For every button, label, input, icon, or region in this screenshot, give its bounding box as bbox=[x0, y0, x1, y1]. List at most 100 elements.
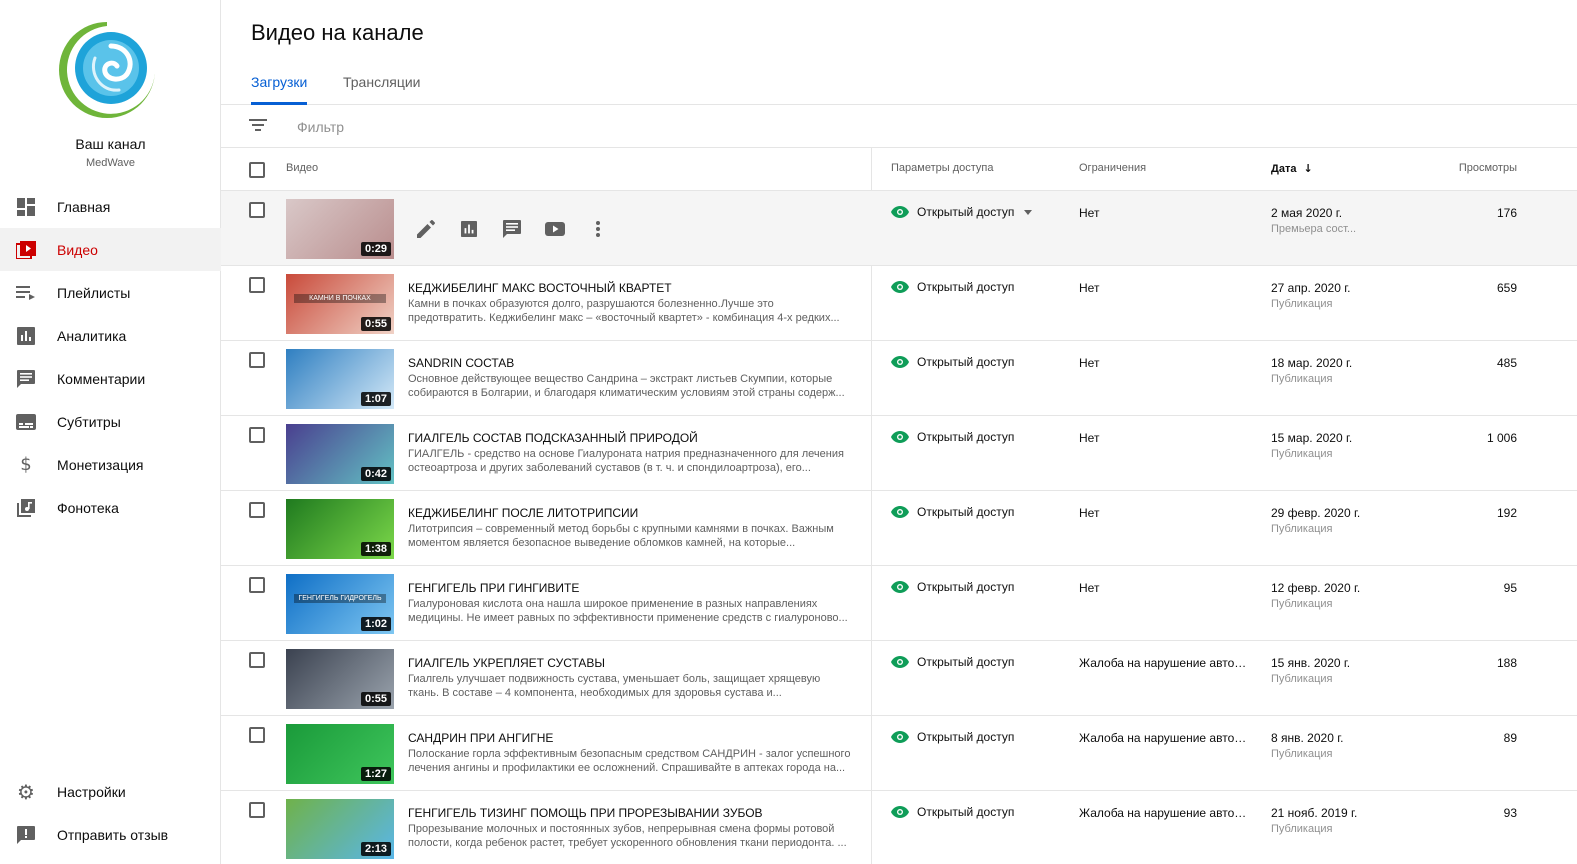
sort-down-arrow-icon: ↓ bbox=[1303, 162, 1313, 175]
table-row[interactable]: 2:13 ГЕНГИГЕЛЬ ТИЗИНГ ПОМОЩЬ ПРИ ПРОРЕЗЫВ… bbox=[221, 791, 1577, 864]
column-header-date-label: Дата bbox=[1271, 163, 1297, 175]
chevron-down-icon[interactable] bbox=[1024, 209, 1033, 215]
video-thumbnail[interactable]: 0:29 bbox=[286, 199, 394, 259]
table-row[interactable]: 1:27 САНДРИН ПРИ АНГИГНЕ Полоскание горла … bbox=[221, 716, 1577, 791]
sidebar-item-playlists[interactable]: Плейлисты bbox=[0, 271, 221, 314]
video-thumbnail[interactable]: ГЕНГИГЕЛЬ ГИДРОГЕЛЬ 1:02 bbox=[286, 574, 394, 634]
row-checkbox[interactable] bbox=[249, 277, 265, 293]
eye-icon bbox=[891, 431, 909, 443]
video-description: Гиалуроновая кислота она нашла широкое п… bbox=[408, 598, 848, 624]
video-thumbnail[interactable]: 1:38 bbox=[286, 499, 394, 559]
video-title[interactable]: ГЕНГИГЕЛЬ ПРИ ГИНГИВИТЕ bbox=[408, 581, 848, 595]
row-checkbox[interactable] bbox=[249, 352, 265, 368]
row-checkbox[interactable] bbox=[249, 202, 265, 218]
filter-icon[interactable] bbox=[249, 118, 267, 136]
visibility-control[interactable]: Открытый доступ bbox=[891, 730, 1014, 744]
video-title[interactable]: ГИАЛГЕЛЬ СОСТАВ ПОДСКАЗАННЫЙ ПРИРОДОЙ bbox=[408, 431, 848, 445]
row-checkbox[interactable] bbox=[249, 577, 265, 593]
visibility-control[interactable]: Открытый доступ bbox=[891, 280, 1014, 294]
analytics-icon[interactable] bbox=[458, 218, 480, 240]
channel-avatar[interactable] bbox=[55, 18, 159, 122]
video-thumbnail[interactable]: 2:13 bbox=[286, 799, 394, 859]
column-header-restrictions[interactable]: Ограничения bbox=[1079, 162, 1146, 174]
comments-icon bbox=[16, 369, 36, 389]
column-header-visibility[interactable]: Параметры доступа bbox=[891, 162, 993, 174]
channel-handle: MedWave bbox=[85, 157, 136, 169]
youtube-play-icon[interactable] bbox=[544, 218, 566, 240]
column-header-views[interactable]: Просмотры bbox=[1459, 162, 1517, 174]
comments-icon[interactable] bbox=[501, 218, 523, 240]
visibility-control[interactable]: Открытый доступ bbox=[891, 580, 1014, 594]
visibility-control[interactable]: Открытый доступ bbox=[891, 430, 1014, 444]
views-value: 188 bbox=[1496, 656, 1517, 670]
tab-uploads[interactable]: Загрузки bbox=[251, 74, 308, 105]
sidebar-item-dashboard[interactable]: Главная bbox=[0, 185, 221, 228]
table-row[interactable]: КАМНИ В ПОЧКАХ 0:55 КЕДЖИБЕЛИНГ МАКС ВОСТО… bbox=[221, 266, 1577, 341]
edit-pencil-icon[interactable] bbox=[415, 218, 437, 240]
sidebar-item-feedback[interactable]: Отправить отзыв bbox=[0, 813, 221, 856]
video-thumbnail[interactable]: 0:42 bbox=[286, 424, 394, 484]
video-description: Литотрипсия – современный метод борьбы с… bbox=[408, 523, 834, 549]
video-description: Полоскание горла эффективным безопасным … bbox=[408, 748, 851, 774]
video-title[interactable]: КЕДЖИБЕЛИНГ МАКС ВОСТОЧНЫЙ КВАРТЕТ bbox=[408, 281, 848, 295]
video-thumbnail[interactable]: КАМНИ В ПОЧКАХ 0:55 bbox=[286, 274, 394, 334]
sidebar-item-monetization[interactable]: $ Монетизация bbox=[0, 443, 221, 486]
video-title[interactable]: ГИАЛГЕЛЬ УКРЕПЛЯЕТ СУСТАВЫ bbox=[408, 656, 848, 670]
tab-live[interactable]: Трансляции bbox=[343, 74, 420, 105]
table-row[interactable]: 1:38 КЕДЖИБЕЛИНГ ПОСЛЕ ЛИТОТРИПСИИ Литотри… bbox=[221, 491, 1577, 566]
visibility-label: Открытый доступ bbox=[917, 355, 1015, 369]
visibility-label: Открытый доступ bbox=[917, 205, 1015, 219]
sidebar-item-videos[interactable]: Видео bbox=[0, 228, 221, 271]
thumbnail-caption: КАМНИ В ПОЧКАХ bbox=[294, 294, 386, 303]
sidebar-item-settings[interactable]: ⚙ Настройки bbox=[0, 770, 221, 813]
visibility-control[interactable]: Открытый доступ bbox=[891, 805, 1014, 819]
table-row[interactable]: 0:42 ГИАЛГЕЛЬ СОСТАВ ПОДСКАЗАННЫЙ ПРИРОДО… bbox=[221, 416, 1577, 491]
video-title[interactable]: SANDRIN СОСТАВ bbox=[408, 356, 848, 370]
table-row[interactable]: 1:07 SANDRIN СОСТАВ Основное действующее в… bbox=[221, 341, 1577, 416]
row-checkbox[interactable] bbox=[249, 802, 265, 818]
video-title[interactable]: ГЕНГИГЕЛЬ ТИЗИНГ ПОМОЩЬ ПРИ ПРОРЕЗЫВАНИИ… bbox=[408, 806, 848, 820]
visibility-control[interactable]: Открытый доступ bbox=[891, 355, 1014, 369]
views-value: 659 bbox=[1496, 281, 1517, 295]
table-row[interactable]: ГЕНГИГЕЛЬ ГИДРОГЕЛЬ 1:02 ГЕНГИГЕЛЬ ПРИ ГИН… bbox=[221, 566, 1577, 641]
video-thumbnail[interactable]: 1:07 bbox=[286, 349, 394, 409]
video-thumbnail[interactable]: 1:27 bbox=[286, 724, 394, 784]
eye-icon bbox=[891, 806, 909, 818]
row-checkbox[interactable] bbox=[249, 727, 265, 743]
video-duration: 0:29 bbox=[360, 242, 391, 256]
restrictions-value: Нет bbox=[1079, 356, 1100, 370]
video-icon bbox=[16, 240, 36, 260]
select-all-checkbox[interactable] bbox=[249, 162, 265, 178]
feedback-icon bbox=[16, 825, 36, 845]
video-title[interactable]: САНДРИН ПРИ АНГИГНЕ bbox=[408, 731, 848, 745]
filter-bar bbox=[221, 105, 1577, 148]
video-description: Прорезывание молочных и постоянных зубов… bbox=[408, 823, 847, 849]
sidebar-item-subtitles[interactable]: Субтитры bbox=[0, 400, 221, 443]
video-duration: 2:13 bbox=[360, 842, 391, 856]
filter-input[interactable] bbox=[297, 117, 697, 137]
video-thumbnail[interactable]: 0:55 bbox=[286, 649, 394, 709]
row-actions bbox=[415, 218, 630, 240]
main-content: Видео на канале Загрузки Трансляции Виде… bbox=[221, 0, 1577, 864]
row-checkbox[interactable] bbox=[249, 652, 265, 668]
visibility-control[interactable]: Открытый доступ bbox=[891, 655, 1014, 669]
row-checkbox[interactable] bbox=[249, 502, 265, 518]
visibility-control[interactable]: Открытый доступ bbox=[891, 205, 1033, 219]
table-row[interactable]: 0:29 Открытый доступ Нет 2 мая 2020 г. Пре… bbox=[221, 191, 1577, 266]
playlist-icon bbox=[16, 283, 36, 303]
sidebar-item-audio-library[interactable]: Фонотека bbox=[0, 486, 221, 529]
sidebar: Ваш канал MedWave Главная Видео Плейлист… bbox=[0, 0, 221, 864]
sidebar-item-comments[interactable]: Комментарии bbox=[0, 357, 221, 400]
row-checkbox[interactable] bbox=[249, 427, 265, 443]
page-title: Видео на канале bbox=[251, 20, 424, 45]
table-row[interactable]: 0:55 ГИАЛГЕЛЬ УКРЕПЛЯЕТ СУСТАВЫ Гиалгель у… bbox=[221, 641, 1577, 716]
gear-icon: ⚙ bbox=[17, 779, 35, 804]
column-header-date[interactable]: Дата ↓ bbox=[1271, 162, 1313, 175]
more-vert-icon[interactable] bbox=[587, 218, 609, 240]
publish-status: Публикация bbox=[1271, 598, 1333, 610]
dollar-icon: $ bbox=[20, 454, 32, 475]
visibility-control[interactable]: Открытый доступ bbox=[891, 505, 1014, 519]
sidebar-item-analytics[interactable]: Аналитика bbox=[0, 314, 221, 357]
video-title[interactable]: КЕДЖИБЕЛИНГ ПОСЛЕ ЛИТОТРИПСИИ bbox=[408, 506, 848, 520]
restrictions-value: Нет bbox=[1079, 506, 1100, 520]
